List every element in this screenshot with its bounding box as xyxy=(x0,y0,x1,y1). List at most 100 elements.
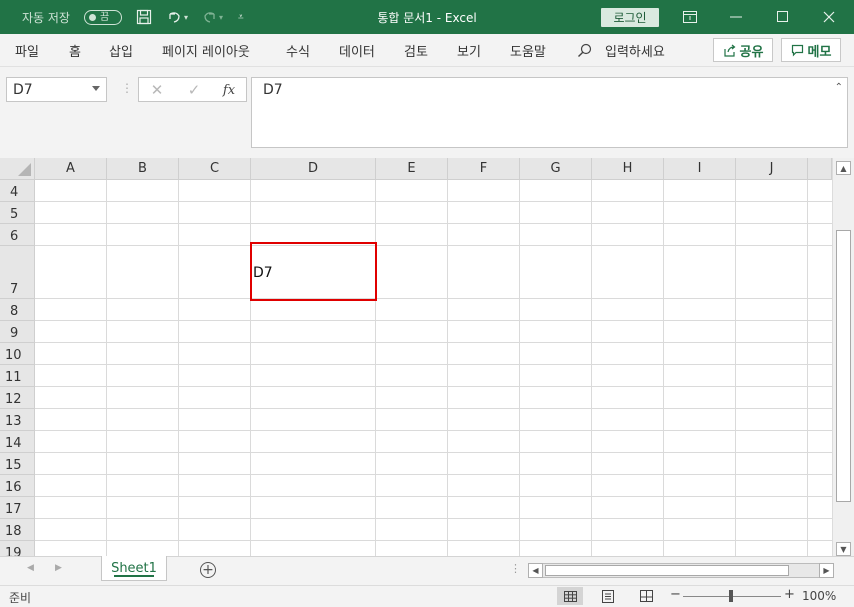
scroll-up-icon[interactable]: ▲ xyxy=(836,161,851,175)
zoom-out-icon[interactable]: − xyxy=(670,587,681,602)
column-header-b[interactable]: B xyxy=(107,158,179,180)
row-header-14[interactable]: 14 xyxy=(0,431,35,453)
search-icon[interactable] xyxy=(577,34,592,67)
scroll-left-icon[interactable]: ◀ xyxy=(528,563,543,578)
sheet-tab-bar: ◀ ▶ Sheet1 + ⋮ ◀ ▶ xyxy=(0,556,854,585)
tab-split-grip-icon[interactable]: ⋮ xyxy=(510,562,521,575)
formula-bar-grip-icon[interactable]: ⋮ xyxy=(121,81,133,95)
row-header-4[interactable]: 4 xyxy=(0,180,35,202)
worksheet-grid[interactable]: A B C D E F G H I J 4 5 6 7 8 9 10 11 12… xyxy=(0,158,832,556)
ribbon-display-icon[interactable] xyxy=(667,0,713,34)
minimize-icon[interactable] xyxy=(713,0,759,34)
select-all-corner[interactable] xyxy=(0,158,35,180)
scroll-down-icon[interactable]: ▼ xyxy=(836,542,851,556)
horizontal-scrollbar[interactable]: ◀ ▶ xyxy=(528,563,834,578)
column-header-j[interactable]: J xyxy=(736,158,808,180)
tab-help[interactable]: 도움말 xyxy=(510,34,546,67)
redo-dropdown-icon[interactable]: ▾ xyxy=(219,0,223,34)
gridline xyxy=(35,364,832,365)
vertical-scroll-thumb[interactable] xyxy=(836,230,851,502)
row-header-5[interactable]: 5 xyxy=(0,202,35,224)
page-break-view-icon[interactable] xyxy=(633,587,659,605)
row-header-7[interactable]: 7 xyxy=(0,246,35,299)
row-header-12[interactable]: 12 xyxy=(0,387,35,409)
column-header-i[interactable]: I xyxy=(664,158,736,180)
share-button[interactable]: 공유 xyxy=(713,38,773,62)
column-header-h[interactable]: H xyxy=(592,158,664,180)
insert-function-icon[interactable]: fx xyxy=(219,80,239,100)
name-box[interactable]: D7 xyxy=(6,77,107,102)
cell-d7[interactable]: D7 xyxy=(251,245,376,299)
zoom-in-icon[interactable]: + xyxy=(784,587,795,602)
tab-file[interactable]: 파일 xyxy=(15,34,39,67)
login-button[interactable]: 로그인 xyxy=(601,8,659,27)
maximize-icon[interactable] xyxy=(760,0,806,34)
row-header-13[interactable]: 13 xyxy=(0,409,35,431)
row-header-8[interactable]: 8 xyxy=(0,299,35,321)
formula-value: D7 xyxy=(263,82,283,98)
normal-view-icon[interactable] xyxy=(557,587,583,605)
zoom-slider-thumb[interactable] xyxy=(729,590,733,602)
gridline xyxy=(35,452,832,453)
sheet-tab-sheet1[interactable]: Sheet1 xyxy=(101,556,167,581)
tab-home[interactable]: 홈 xyxy=(69,34,81,67)
tab-page-layout[interactable]: 페이지 레이아웃 xyxy=(162,34,250,67)
page-layout-view-icon[interactable] xyxy=(595,587,621,605)
column-header-g[interactable]: G xyxy=(520,158,592,180)
undo-icon[interactable] xyxy=(164,0,184,34)
save-icon[interactable] xyxy=(134,0,154,34)
row-header-18[interactable]: 18 xyxy=(0,519,35,541)
name-box-dropdown-icon[interactable] xyxy=(92,86,100,91)
next-sheet-icon[interactable]: ▶ xyxy=(55,563,62,573)
column-header-f[interactable]: F xyxy=(448,158,520,180)
column-header-a[interactable]: A xyxy=(35,158,107,180)
undo-dropdown-icon[interactable]: ▾ xyxy=(184,0,188,34)
column-header-partial[interactable] xyxy=(808,158,832,180)
vertical-scrollbar[interactable]: ▲ ▼ xyxy=(832,158,854,556)
row-header-15[interactable]: 15 xyxy=(0,453,35,475)
gridline xyxy=(447,180,448,556)
row-header-11[interactable]: 11 xyxy=(0,365,35,387)
horizontal-scroll-thumb[interactable] xyxy=(545,565,789,576)
row-header-19[interactable]: 19 xyxy=(0,541,35,556)
gridline xyxy=(807,180,808,556)
tab-data[interactable]: 데이터 xyxy=(339,34,375,67)
close-icon[interactable] xyxy=(806,0,852,34)
row-header-17[interactable]: 17 xyxy=(0,497,35,519)
cancel-icon[interactable]: ✕ xyxy=(147,80,167,100)
collapse-formula-bar-icon[interactable]: ⌃ xyxy=(835,82,843,93)
prev-sheet-icon[interactable]: ◀ xyxy=(27,563,34,573)
gridline xyxy=(35,540,832,541)
tab-review[interactable]: 검토 xyxy=(404,34,428,67)
formula-buttons: ✕ ✓ fx xyxy=(138,77,247,102)
gridline xyxy=(35,518,832,519)
enter-check-icon[interactable]: ✓ xyxy=(184,80,204,100)
gridline xyxy=(35,245,832,246)
gridline xyxy=(35,342,832,343)
row-header-9[interactable]: 9 xyxy=(0,321,35,343)
column-header-d[interactable]: D xyxy=(251,158,376,180)
customize-qat-icon[interactable]: ⩡ xyxy=(238,0,244,34)
memo-button[interactable]: 메모 xyxy=(781,38,841,62)
row-header-6[interactable]: 6 xyxy=(0,224,35,246)
row-header-16[interactable]: 16 xyxy=(0,475,35,497)
gridline xyxy=(35,408,832,409)
add-sheet-icon[interactable]: + xyxy=(200,562,216,578)
autosave-toggle[interactable]: 끔 xyxy=(84,10,122,25)
scroll-right-icon[interactable]: ▶ xyxy=(819,563,834,578)
share-icon xyxy=(723,44,735,57)
tell-me-search[interactable]: 입력하세요 xyxy=(605,34,665,67)
gridline xyxy=(35,201,832,202)
tab-formulas[interactable]: 수식 xyxy=(286,34,310,67)
tab-insert[interactable]: 삽입 xyxy=(109,34,133,67)
redo-icon[interactable] xyxy=(200,0,220,34)
column-header-c[interactable]: C xyxy=(179,158,251,180)
column-header-e[interactable]: E xyxy=(376,158,448,180)
zoom-level[interactable]: 100% xyxy=(802,589,836,603)
gridline xyxy=(375,180,376,556)
gridline xyxy=(519,180,520,556)
gridline xyxy=(250,180,251,556)
tab-view[interactable]: 보기 xyxy=(457,34,481,67)
formula-input[interactable]: D7 ⌃ xyxy=(251,77,848,148)
row-header-10[interactable]: 10 xyxy=(0,343,35,365)
